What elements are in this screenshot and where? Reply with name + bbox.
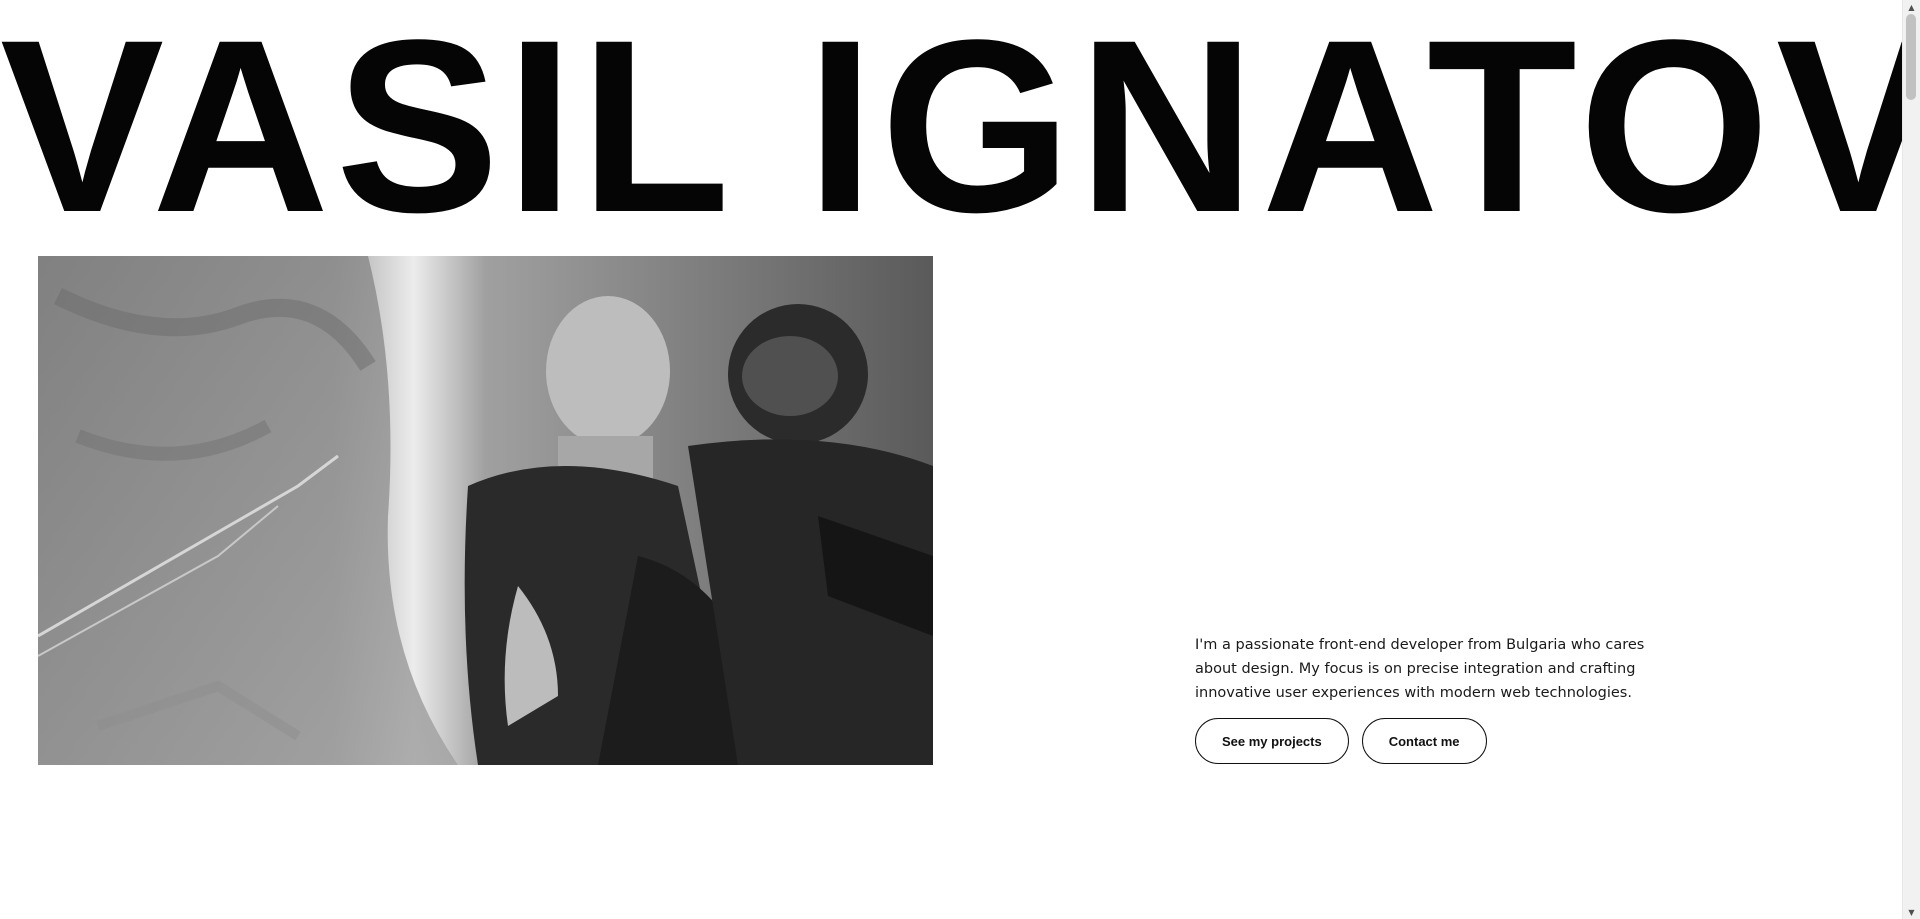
page: VASIL IGNATOV I'm a passionate front-end… — [0, 0, 1920, 919]
page-title: VASIL IGNATOV — [0, 0, 1920, 264]
scrollbar[interactable]: ▲ ▼ — [1902, 0, 1920, 919]
hero-photo — [38, 256, 933, 765]
scroll-thumb[interactable] — [1906, 14, 1916, 100]
skydiving-photo — [38, 256, 933, 765]
action-buttons: See my projects Contact me — [1195, 718, 1655, 764]
intro-text: I'm a passionate front-end developer fro… — [1195, 637, 1645, 701]
contact-button[interactable]: Contact me — [1361, 718, 1487, 764]
intro-section: I'm a passionate front-end developer fro… — [1195, 633, 1655, 764]
chevron-down-icon[interactable]: ▼ — [1903, 905, 1920, 919]
chevron-up-icon[interactable]: ▲ — [1903, 0, 1920, 14]
see-projects-button[interactable]: See my projects — [1195, 718, 1349, 764]
